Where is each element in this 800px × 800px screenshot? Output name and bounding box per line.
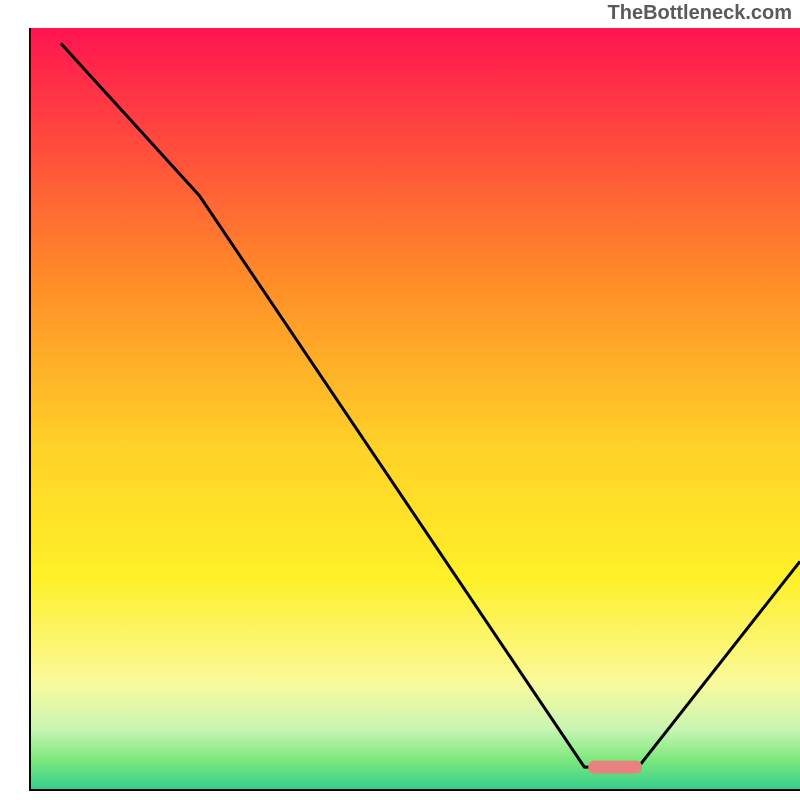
optimal-range-marker	[588, 761, 642, 774]
chart-background	[30, 28, 800, 790]
chart-svg	[0, 0, 800, 800]
watermark-text: TheBottleneck.com	[608, 2, 792, 25]
bottleneck-chart: TheBottleneck.com	[0, 0, 800, 800]
